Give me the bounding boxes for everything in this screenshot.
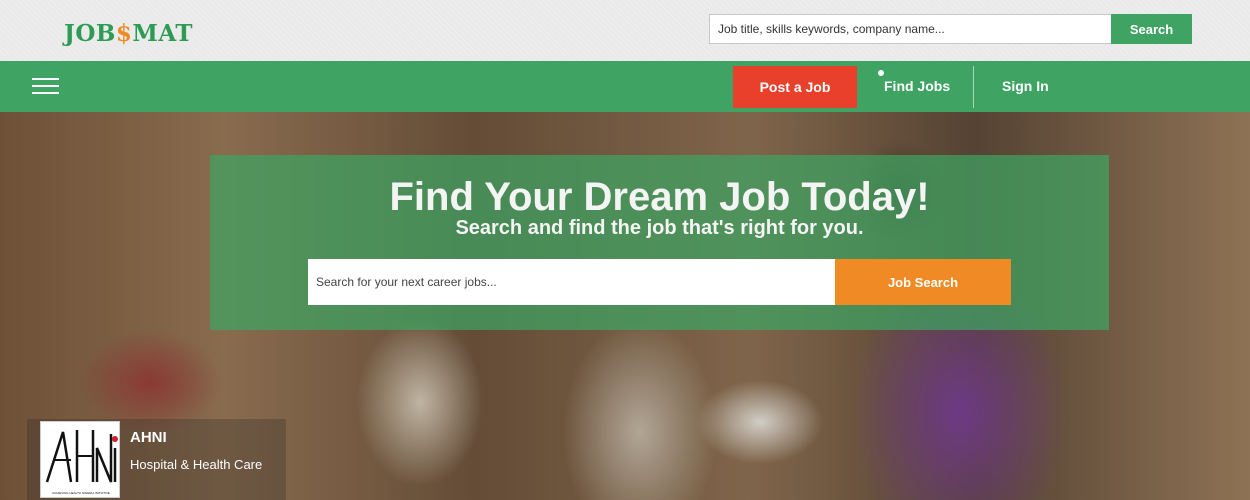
logo-dollar-symbol: $ <box>115 20 133 47</box>
hamburger-menu-icon[interactable] <box>32 77 59 95</box>
top-header: JOB$MAT Search <box>0 0 1250 61</box>
main-nav-bar: Post a Job Find Jobs Sign In <box>0 61 1250 112</box>
employer-name: AHNI <box>130 429 167 446</box>
hero-subtitle: Search and find the job that's right for… <box>455 217 864 239</box>
job-search-input[interactable] <box>308 259 835 305</box>
employer-logo-caption: ACHIEVING HEALTH NIGERIA INITIATIVE <box>52 491 110 495</box>
post-job-button[interactable]: Post a Job <box>733 66 857 108</box>
sign-in-link[interactable]: Sign In <box>1002 78 1049 94</box>
nav-divider <box>973 66 974 108</box>
employer-logo: ACHIEVING HEALTH NIGERIA INITIATIVE <box>40 421 120 498</box>
hero-search-panel: Find Your Dream Job Today! Search and fi… <box>210 155 1109 330</box>
dot-indicator-icon <box>878 70 884 76</box>
featured-employer-card[interactable]: ACHIEVING HEALTH NIGERIA INITIATIVE AHNI… <box>27 419 286 500</box>
hero-banner: Find Your Dream Job Today! Search and fi… <box>0 112 1250 500</box>
logo-prefix: JOB <box>64 20 116 47</box>
ahni-logo-mark <box>45 430 118 483</box>
header-search-button[interactable]: Search <box>1111 14 1192 44</box>
employer-industry: Hospital & Health Care <box>130 457 263 472</box>
logo-suffix: MAT <box>132 20 194 47</box>
hero-title: Find Your Dream Job Today! <box>389 175 930 219</box>
site-logo[interactable]: JOB$MAT <box>64 20 193 47</box>
header-search-input[interactable] <box>709 14 1112 44</box>
find-jobs-link[interactable]: Find Jobs <box>884 78 950 94</box>
job-search-button[interactable]: Job Search <box>835 259 1011 305</box>
